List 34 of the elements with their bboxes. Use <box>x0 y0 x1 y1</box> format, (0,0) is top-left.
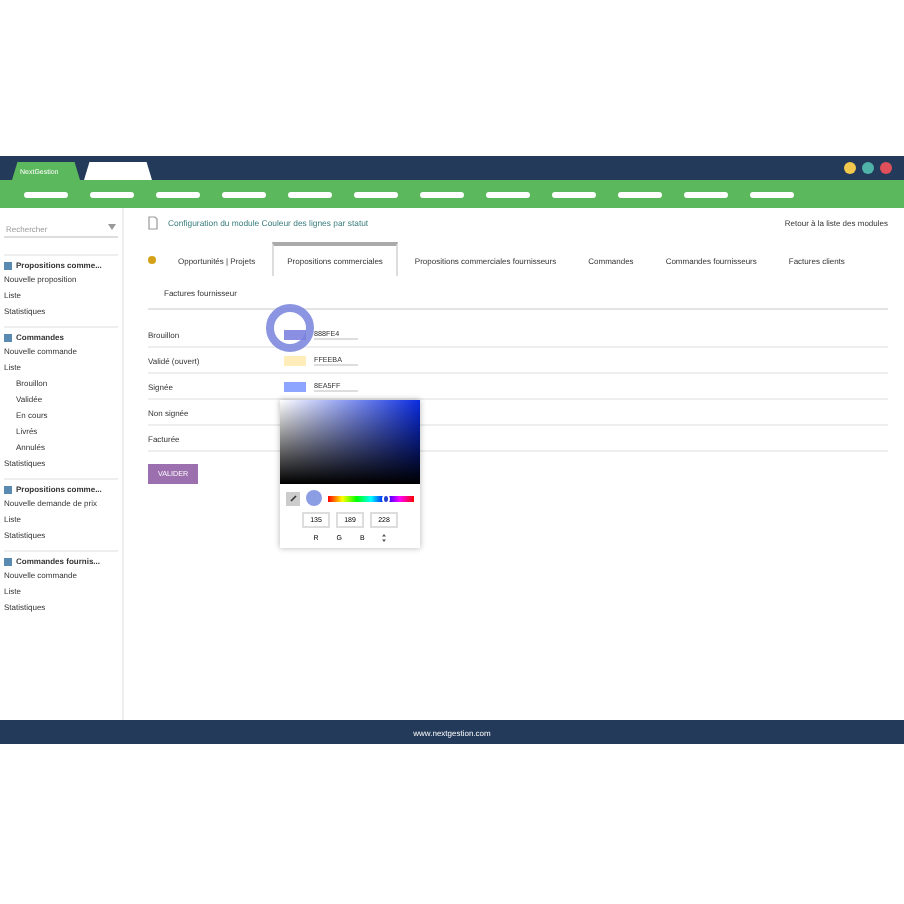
color-swatch[interactable] <box>284 329 306 339</box>
folder-icon <box>4 261 12 269</box>
menu-placeholder[interactable] <box>750 191 794 197</box>
menu-placeholder[interactable] <box>618 191 662 197</box>
menu-placeholder[interactable] <box>354 191 398 197</box>
status-dot-icon <box>148 255 156 263</box>
menu-placeholder[interactable] <box>552 191 596 197</box>
eyedropper-icon <box>289 494 297 502</box>
blank-tab[interactable] <box>84 162 152 180</box>
color-swatch[interactable] <box>284 381 306 391</box>
folder-icon <box>4 557 12 565</box>
saturation-area[interactable] <box>280 400 420 484</box>
toggle-arrows-icon[interactable] <box>382 534 387 542</box>
folder-icon <box>4 333 12 341</box>
magnifier-lens <box>266 304 314 352</box>
color-preview <box>306 490 322 506</box>
eyedropper-button[interactable] <box>286 491 300 505</box>
menu-placeholder[interactable] <box>684 191 728 197</box>
hue-slider[interactable] <box>328 495 414 501</box>
menu-placeholder[interactable] <box>486 191 530 197</box>
menu-placeholder[interactable] <box>156 191 200 197</box>
menu-placeholder[interactable] <box>222 191 266 197</box>
menu-placeholder[interactable] <box>24 191 68 197</box>
color-swatch[interactable] <box>284 355 306 365</box>
window-dot[interactable] <box>880 162 892 174</box>
window-dot[interactable] <box>844 162 856 174</box>
folder-icon <box>4 485 12 493</box>
menu-placeholder[interactable] <box>420 191 464 197</box>
hue-thumb[interactable] <box>382 493 391 503</box>
caret-icon <box>108 224 116 230</box>
document-icon <box>148 216 158 230</box>
menu-placeholder[interactable] <box>288 191 332 197</box>
window-dot[interactable] <box>862 162 874 174</box>
menu-placeholder[interactable] <box>90 191 134 197</box>
